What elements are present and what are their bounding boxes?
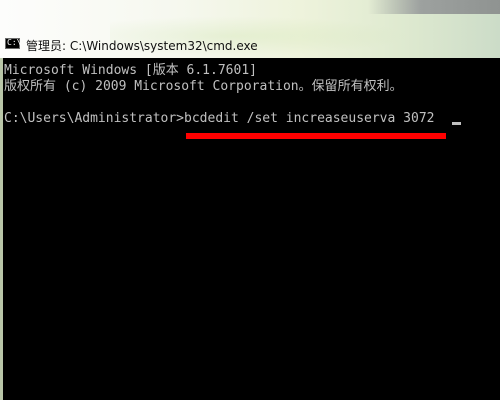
title-bar[interactable]: C:\ 管理员: C:\Windows\system32\cmd.exe [0,0,500,58]
console-line-version: Microsoft Windows [版本 6.1.7601] [4,63,257,78]
text-cursor [452,122,461,125]
cmd-window: C:\ 管理员: C:\Windows\system32\cmd.exe Mic… [0,0,500,400]
command-highlight-underline [186,133,446,139]
title-bar-edge [368,0,500,14]
window-left-border [0,58,3,400]
console-area[interactable]: Microsoft Windows [版本 6.1.7601] 版权所有 (c)… [4,60,498,400]
console-line-command: C:\Users\Administrator>bcdedit /set incr… [4,111,435,126]
window-title: 管理员: C:\Windows\system32\cmd.exe [26,39,258,53]
console-line-copyright: 版权所有 (c) 2009 Microsoft Corporation。保留所有… [4,79,403,94]
cmd-window-icon[interactable]: C:\ [5,38,22,49]
cmd-icon-glyph: C:\ [7,38,22,47]
